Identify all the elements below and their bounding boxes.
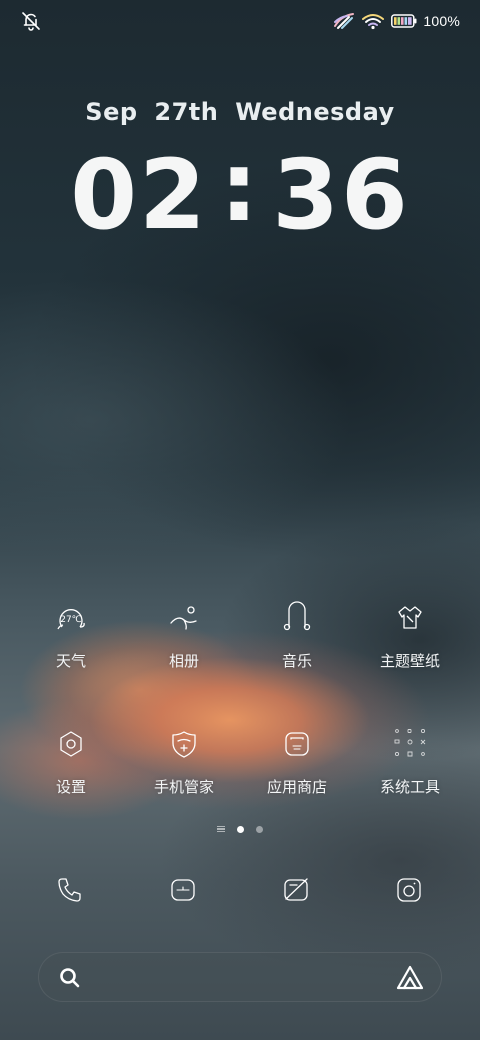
- page-dot: [256, 825, 263, 833]
- app-music[interactable]: 音乐: [242, 598, 352, 688]
- app-gallery[interactable]: 相册: [129, 598, 239, 688]
- home-screen: 100% Sep 27th Wednesday 02:36 27℃ 天气 相册: [0, 0, 480, 1040]
- app-settings[interactable]: 设置: [16, 724, 126, 814]
- app-label: 音乐: [281, 652, 312, 670]
- minus-one-screen-indicator-icon: [217, 825, 225, 833]
- phone-icon[interactable]: [50, 870, 90, 910]
- app-app-store[interactable]: 应用商店: [242, 724, 352, 814]
- lockscreen-date: Sep 27th Wednesday: [85, 98, 395, 126]
- battery-percentage: 100%: [423, 13, 460, 29]
- lockscreen-clock[interactable]: 02:36: [0, 132, 480, 251]
- themes-icon: [390, 598, 430, 638]
- status-right-group: 100%: [333, 10, 460, 32]
- music-icon: [277, 598, 317, 638]
- page-dot-active: [237, 825, 244, 833]
- app-system-tools-folder[interactable]: 系统工具: [355, 724, 465, 814]
- global-search-bar[interactable]: [38, 952, 442, 1002]
- system-tools-folder-icon: [390, 724, 430, 764]
- weather-icon: 27℃: [51, 598, 91, 638]
- status-bar: 100%: [0, 0, 480, 40]
- battery-icon: [391, 14, 417, 28]
- phone-manager-icon: [164, 724, 204, 764]
- app-label: 相册: [168, 652, 199, 670]
- browser-icon[interactable]: [276, 870, 316, 910]
- app-label: 天气: [55, 652, 86, 670]
- app-store-icon: [277, 724, 317, 764]
- app-phone-manager[interactable]: 手机管家: [129, 724, 239, 814]
- clock-separator: :: [219, 131, 261, 243]
- page-indicator[interactable]: [0, 823, 480, 835]
- settings-icon: [51, 724, 91, 764]
- clock-minutes: 36: [272, 139, 410, 251]
- app-label: 设置: [55, 778, 86, 796]
- camera-icon[interactable]: [389, 870, 429, 910]
- mute-bell-icon: [20, 10, 42, 32]
- app-label: 应用商店: [266, 778, 327, 796]
- app-label: 主题壁纸: [379, 652, 440, 670]
- messages-icon[interactable]: [163, 870, 203, 910]
- assistant-icon[interactable]: [395, 964, 425, 992]
- cellular-signal-icon: [333, 12, 355, 30]
- search-icon[interactable]: [57, 965, 83, 991]
- clock-hours: 02: [70, 139, 208, 251]
- gallery-icon: [164, 598, 204, 638]
- svg-text:27℃: 27℃: [60, 615, 82, 625]
- app-label: 手机管家: [153, 778, 214, 796]
- wifi-icon: [361, 12, 385, 30]
- app-weather[interactable]: 27℃ 天气: [16, 598, 126, 688]
- app-label: 系统工具: [379, 778, 440, 796]
- app-themes[interactable]: 主题壁纸: [355, 598, 465, 688]
